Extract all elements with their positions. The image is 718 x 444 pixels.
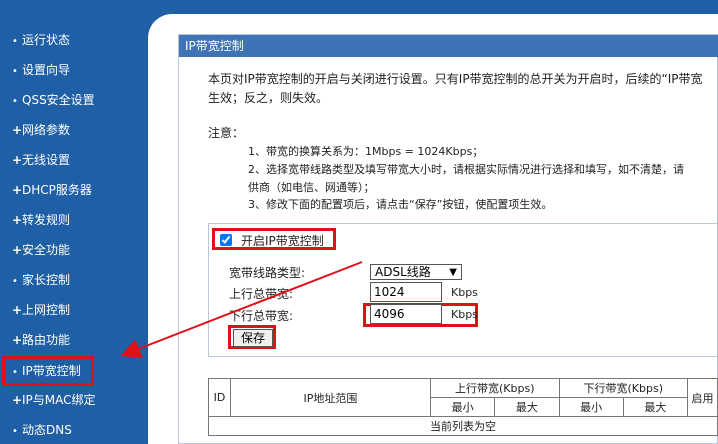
sidebar-item-security[interactable]: +安全功能 — [12, 235, 132, 265]
save-button[interactable]: 保存 — [233, 329, 273, 347]
sidebar-item-ddns[interactable]: • 动态DNS — [12, 415, 132, 444]
table-header-ip-range: IP地址范围 — [230, 378, 431, 417]
sidebar-item-label: 动态DNS — [22, 423, 72, 437]
expand-icon: + — [12, 213, 23, 227]
expand-icon: + — [12, 153, 23, 167]
sidebar-item-label: 路由功能 — [22, 333, 71, 347]
sidebar-item-label: 上网控制 — [22, 303, 71, 317]
note-item-2-cont: 供商（如电信、网通等）； — [248, 181, 375, 194]
expand-icon: + — [12, 333, 23, 347]
note-item-1: 1、带宽的换算关系为：1Mbps = 1024Kbps； — [248, 145, 484, 158]
note-item-2: 2、选择宽带线路类型及填写带宽大小时，请根据实际情况进行选择和填写，如不清楚，请 — [248, 163, 684, 176]
bullet-icon: • — [12, 96, 18, 107]
table-header-down: 下行带宽(Kbps) — [558, 378, 688, 398]
sidebar-item-label: 转发规则 — [22, 213, 71, 227]
sidebar-item-label: 家长控制 — [22, 273, 71, 287]
note-label: 注意： — [208, 126, 245, 140]
sidebar-item-dhcp[interactable]: +DHCP服务器 — [12, 175, 132, 205]
expand-icon: + — [12, 303, 23, 317]
intro-text-line2: 生效；反之，则失效。 — [208, 91, 329, 105]
up-bandwidth-input[interactable]: 1024 — [370, 282, 442, 302]
down-bandwidth-label: 下行总带宽: — [229, 309, 294, 323]
sidebar-item-ip-bandwidth[interactable]: • IP带宽控制 — [2, 356, 94, 386]
rule-table-container: ID IP地址范围 上行带宽(Kbps) 下行带宽(Kbps) 启用 最小 最大… — [208, 378, 718, 444]
rule-table: ID IP地址范围 上行带宽(Kbps) 下行带宽(Kbps) 启用 最小 最大… — [208, 378, 718, 436]
table-subheader-down-max: 最大 — [622, 397, 689, 417]
bullet-icon: • — [12, 66, 18, 77]
sidebar-item-label: 设置向导 — [22, 63, 71, 77]
sidebar-item-label: 网络参数 — [22, 123, 71, 137]
sidebar-item-wireless[interactable]: +无线设置 — [12, 145, 132, 175]
table-subheader-down-min: 最小 — [558, 397, 624, 417]
enable-toggle-highlight: 开启IP带宽控制 — [212, 228, 336, 250]
sidebar-item-label: QSS安全设置 — [22, 93, 95, 107]
sidebar-item-forwarding[interactable]: +转发规则 — [12, 205, 132, 235]
table-header-id: ID — [208, 378, 231, 417]
up-bandwidth-unit: Kbps — [451, 286, 478, 299]
expand-icon: + — [12, 243, 23, 257]
line-type-select[interactable]: ADSL线路 ▼ — [370, 264, 462, 280]
line-type-label: 宽带线路类型: — [229, 266, 306, 280]
sidebar-item-label: IP带宽控制 — [22, 364, 81, 378]
sidebar-item-access-control[interactable]: +上网控制 — [12, 295, 132, 325]
expand-icon: + — [12, 123, 23, 137]
intro-text-line1: 本页对IP带宽控制的开启与关闭进行设置。只有IP带宽控制的总开关为开启时，后续的… — [208, 72, 703, 86]
expand-icon: + — [12, 183, 23, 197]
sidebar-item-parental[interactable]: • 家长控制 — [12, 265, 132, 295]
enable-ip-bandwidth-checkbox[interactable] — [220, 234, 232, 246]
table-header-up: 上行带宽(Kbps) — [430, 378, 560, 398]
expand-icon: + — [12, 393, 23, 407]
table-subheader-up-min: 最小 — [429, 397, 496, 417]
sidebar-item-label: 安全功能 — [22, 243, 71, 257]
bullet-icon: • — [12, 426, 18, 437]
note-item-3: 3、修改下面的配置项后，请点击“保存”按钮，使配置项生效。 — [248, 198, 553, 211]
sidebar-item-label: IP与MAC绑定 — [22, 393, 96, 407]
enable-ip-bandwidth-label: 开启IP带宽控制 — [241, 234, 324, 248]
sidebar-item-routing[interactable]: +路由功能 — [12, 325, 132, 355]
sidebar-item-label: 运行状态 — [22, 33, 71, 47]
sidebar-item-ip-mac-binding[interactable]: +IP与MAC绑定 — [12, 385, 132, 415]
sidebar-item-label: 无线设置 — [22, 153, 71, 167]
down-bandwidth-input[interactable]: 4096 — [370, 304, 442, 324]
dropdown-arrow-icon: ▼ — [449, 267, 457, 278]
down-bandwidth-unit: Kbps — [451, 308, 478, 321]
sidebar-item-label: DHCP服务器 — [22, 183, 92, 197]
sidebar-item-setup-wizard[interactable]: • 设置向导 — [12, 55, 132, 85]
bandwidth-form: 开启IP带宽控制 宽带线路类型: ADSL线路 ▼ 上行总带宽: 1024 Kb… — [208, 223, 718, 357]
table-header-enable: 启用 — [687, 378, 718, 417]
bullet-icon: • — [12, 36, 18, 47]
bullet-icon: • — [12, 276, 18, 287]
line-type-value: ADSL线路 — [375, 265, 431, 279]
table-subheader-up-max: 最大 — [494, 397, 560, 417]
table-empty-message: 当前列表为空 — [208, 416, 718, 436]
sidebar-item-status[interactable]: • 运行状态 — [12, 25, 132, 55]
up-bandwidth-label: 上行总带宽: — [229, 287, 294, 301]
sidebar-item-network[interactable]: +网络参数 — [12, 115, 132, 145]
sidebar: • 运行状态 • 设置向导 • QSS安全设置 +网络参数 +无线设置 +DHCP服务… — [0, 0, 140, 444]
page-title: IP带宽控制 — [179, 35, 718, 57]
sidebar-item-qss[interactable]: • QSS安全设置 — [12, 85, 132, 115]
bullet-icon: • — [12, 367, 18, 378]
